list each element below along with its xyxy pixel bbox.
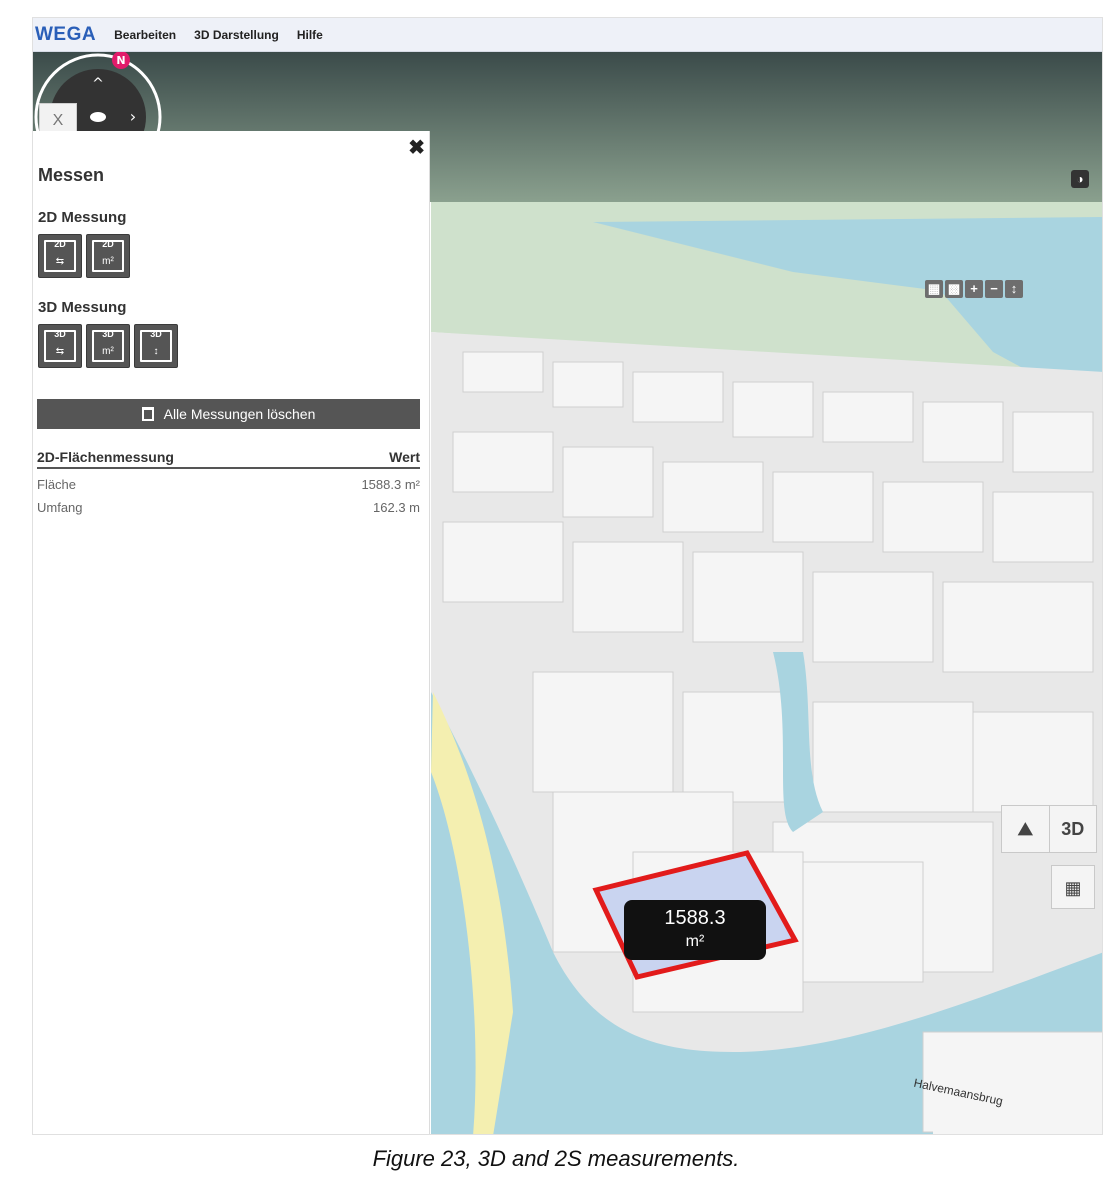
clear-measurements-button[interactable]: Alle Messungen löschen: [37, 399, 420, 429]
measurement-tooltip: 1588.3 m²: [624, 900, 766, 960]
zoom-toolbar: ▦ ▩ + − ↕: [925, 280, 1023, 298]
app-logo: WEGA: [35, 23, 97, 45]
measure-3d-height-button[interactable]: 3D ↕: [134, 324, 178, 368]
app-window: WEGA Bearbeiten 3D Darstellung Hilfe Hal…: [32, 17, 1103, 1135]
contrast-icon[interactable]: ◑: [1071, 170, 1089, 188]
table-row: Umfang 162.3 m: [37, 500, 420, 515]
height-icon[interactable]: ↕: [1005, 280, 1023, 298]
zoom-in-button[interactable]: +: [965, 280, 983, 298]
menu-hilfe[interactable]: Hilfe: [297, 28, 323, 42]
table-row: Fläche 1588.3 m²: [37, 477, 420, 492]
section-3d-heading: 3D Messung: [38, 299, 127, 316]
grid-toggle-icon[interactable]: ▩: [945, 280, 963, 298]
clear-measurements-label: Alle Messungen löschen: [163, 406, 316, 422]
close-icon[interactable]: ✖: [408, 135, 425, 160]
zoom-out-button[interactable]: −: [985, 280, 1003, 298]
measure-2d-distance-button[interactable]: 2D ⇆: [38, 234, 82, 278]
menu-bar: WEGA Bearbeiten 3D Darstellung Hilfe: [33, 18, 1102, 52]
measure-2d-area-button[interactable]: 2D m²: [86, 234, 130, 278]
result-label: Fläche: [37, 477, 77, 492]
view-3d-button[interactable]: 3D: [1048, 806, 1097, 852]
tilt-icon[interactable]: ▦: [925, 280, 943, 298]
view-mode-switch: ⛰ 3D: [1001, 805, 1097, 853]
measure-3d-area-button[interactable]: 3D m²: [86, 324, 130, 368]
measurement-value: 1588.3: [664, 907, 726, 929]
menu-bearbeiten[interactable]: Bearbeiten: [114, 28, 176, 42]
svg-text:›: ›: [130, 107, 136, 126]
result-value: 162.3 m: [373, 500, 420, 515]
grid-menu-icon[interactable]: ▦: [1051, 865, 1095, 909]
measure-panel: ✖ Messen 2D Messung 2D ⇆ 2D m² 3D Messun…: [33, 131, 430, 1134]
results-table: 2D-Flächenmessung Wert Fläche 1588.3 m² …: [37, 449, 420, 515]
section-2d-heading: 2D Messung: [38, 209, 127, 226]
results-header: 2D-Flächenmessung Wert: [37, 449, 420, 469]
trash-icon: [141, 407, 154, 421]
menu-3d-darstellung[interactable]: 3D Darstellung: [194, 28, 279, 42]
measure-3d-distance-button[interactable]: 3D ⇆: [38, 324, 82, 368]
result-label: Umfang: [37, 500, 83, 515]
map-2d-icon[interactable]: ⛰: [1002, 806, 1049, 852]
panel-title: Messen: [38, 165, 105, 185]
result-value: 1588.3 m²: [361, 477, 420, 492]
results-col-measurement: 2D-Flächenmessung: [37, 449, 174, 465]
svg-text:^: ^: [92, 76, 104, 92]
svg-text:N: N: [116, 54, 125, 67]
map-view-3d[interactable]: Halvemaansbrug ^ v ‹ › N ◑ ▦ ▩ + − ↕ ⛰ 3…: [33, 52, 1102, 1134]
results-col-value: Wert: [389, 449, 420, 465]
measurement-unit: m²: [685, 933, 705, 950]
figure-caption: Figure 23, 3D and 2S measurements.: [372, 1146, 740, 1171]
